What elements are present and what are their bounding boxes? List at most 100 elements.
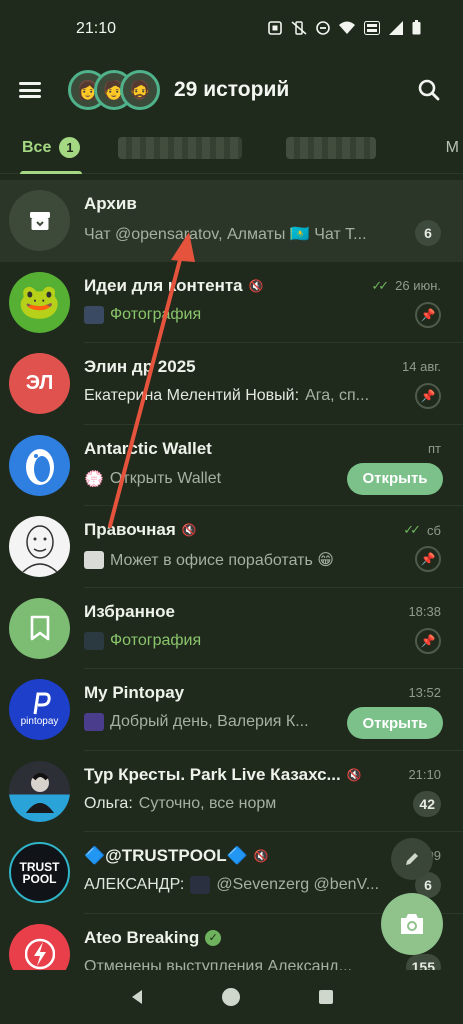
search-icon bbox=[418, 79, 440, 101]
chat-title: My Pintopay bbox=[84, 683, 185, 702]
chat-row[interactable]: Antarctic Wallet пт 💮 Открыть Wallet Откр… bbox=[0, 425, 463, 506]
story-avatar[interactable]: 🧔 bbox=[120, 70, 160, 110]
avatar bbox=[9, 434, 70, 496]
flower-icon: 💮 bbox=[84, 470, 104, 488]
double-check-icon: ✓✓ bbox=[371, 277, 389, 293]
person-photo-icon bbox=[25, 773, 54, 813]
open-button[interactable]: Открыть bbox=[347, 462, 443, 495]
chat-preview: Екатерина Мелентий Новый: Ага, сп... bbox=[84, 387, 370, 404]
double-check-icon: ✓✓ bbox=[403, 522, 421, 537]
chat-title: Идеи для контента 🔇 bbox=[84, 275, 264, 295]
avatar: pintopay bbox=[9, 679, 70, 740]
mute-icon: 🔇 bbox=[253, 849, 269, 863]
chat-row[interactable]: 🐸 Идеи для контента 🔇 ✓✓ 26 июн. Фотографи… bbox=[0, 262, 463, 343]
document-thumbnail bbox=[84, 551, 104, 569]
signal-icon bbox=[389, 20, 403, 38]
tab-all-label: Все bbox=[22, 138, 52, 156]
bookmark-icon bbox=[30, 615, 49, 641]
unread-count-badge: 6 bbox=[415, 220, 441, 246]
pin-icon: 📌 bbox=[415, 627, 441, 654]
back-icon[interactable] bbox=[128, 988, 146, 1006]
battery-icon bbox=[412, 20, 421, 38]
tab-blurred[interactable] bbox=[118, 136, 243, 159]
avatar bbox=[9, 760, 70, 822]
status-bar: 21:10 bbox=[0, 0, 463, 58]
chat-time: 14 авг. bbox=[402, 359, 441, 374]
status-icons bbox=[268, 20, 421, 38]
tab-blurred[interactable] bbox=[286, 136, 377, 159]
home-icon[interactable] bbox=[221, 987, 241, 1007]
pin-icon: 📌 bbox=[415, 383, 441, 409]
open-button[interactable]: Открыть bbox=[347, 707, 443, 739]
chat-title: Antarctic Wallet bbox=[84, 438, 212, 458]
recents-icon[interactable] bbox=[317, 988, 335, 1006]
chat-title: Правочная 🔇 bbox=[84, 520, 197, 539]
chat-time: ✓✓ 26 июн. bbox=[371, 277, 441, 294]
search-button[interactable] bbox=[411, 72, 447, 108]
chat-title: Тур Кресты. Park Live Казахс... 🔇 bbox=[84, 764, 362, 784]
top-bar: 👩 🧑 🧔 29 историй bbox=[0, 58, 463, 122]
vibrate-mute-icon bbox=[291, 20, 307, 38]
avatar: TRUST POOL bbox=[9, 842, 70, 903]
camera-button[interactable] bbox=[381, 893, 443, 955]
stories-avatars[interactable]: 👩 🧑 🧔 bbox=[68, 70, 160, 110]
pin-icon: 📌 bbox=[415, 301, 441, 328]
emoji-thumbnail bbox=[190, 876, 211, 894]
verified-icon: ✓ bbox=[205, 929, 222, 946]
pintopay-logo-icon bbox=[33, 692, 51, 715]
volte-icon bbox=[364, 20, 380, 38]
image-thumbnail bbox=[84, 713, 104, 731]
tab-all[interactable]: Все 1 bbox=[19, 122, 83, 174]
avatar: ЭЛ bbox=[9, 353, 70, 414]
chat-title: Архив bbox=[84, 194, 137, 213]
chat-row[interactable]: Правочная 🔇 ✓✓ сб Может в офисе поработать… bbox=[0, 506, 463, 588]
chat-row[interactable]: Избранное 18:38 Фотография 📌 bbox=[0, 588, 463, 669]
archive-avatar bbox=[9, 190, 70, 251]
meme-face-icon bbox=[21, 524, 58, 572]
unread-count-badge: 42 bbox=[413, 790, 441, 817]
mute-icon: 🔇 bbox=[248, 278, 264, 293]
chat-title: 🔷@TRUSTPOOL🔷 🔇 bbox=[84, 846, 269, 865]
avatar bbox=[9, 516, 70, 577]
chat-time: 21:10 bbox=[408, 766, 441, 782]
chat-row[interactable]: pintopay My Pintopay 13:52 Добрый день, … bbox=[0, 669, 463, 751]
photo-thumbnail bbox=[84, 631, 104, 650]
compose-button[interactable] bbox=[391, 838, 433, 880]
mute-icon: 🔇 bbox=[181, 523, 197, 537]
lightning-icon bbox=[24, 938, 55, 970]
chat-time: 18:38 bbox=[408, 603, 441, 619]
tab-cut-off[interactable]: М bbox=[446, 139, 459, 157]
chat-title: Ateo Breaking ✓ bbox=[84, 928, 222, 948]
photo-thumbnail bbox=[84, 305, 104, 324]
chat-row[interactable]: ЭЛ Элин др 2025 14 авг. Екатерина Мелент… bbox=[0, 343, 463, 425]
chat-preview: Фотография bbox=[84, 631, 201, 650]
avatar: 🐸 bbox=[9, 271, 70, 333]
chat-row-archive[interactable]: Архив Чат @opensaratov, Алматы 🇰🇿 Чат Т.… bbox=[0, 180, 463, 262]
chat-title: Элин др 2025 bbox=[84, 357, 196, 376]
chat-preview: Добрый день, Валерия К... bbox=[84, 713, 309, 731]
avatar-caption: pintopay bbox=[20, 716, 59, 727]
penguin-icon bbox=[25, 449, 54, 485]
chat-list: Архив Чат @opensaratov, Алматы 🇰🇿 Чат Т.… bbox=[0, 180, 463, 995]
camera-icon bbox=[401, 914, 423, 934]
mute-icon: 🔇 bbox=[346, 767, 362, 782]
chat-preview: Ольга: Суточно, все норм bbox=[84, 794, 277, 812]
chat-preview: Фотография bbox=[84, 305, 201, 324]
nfc-icon bbox=[268, 20, 282, 38]
chat-preview: Может в офисе поработать 😁 bbox=[84, 550, 334, 570]
avatar bbox=[9, 597, 70, 659]
chat-row[interactable]: Тур Кресты. Park Live Казахс... 🔇 21:10 О… bbox=[0, 751, 463, 832]
hamburger-icon bbox=[19, 82, 41, 98]
pin-icon: 📌 bbox=[415, 546, 441, 572]
chat-preview: 💮 Открыть Wallet bbox=[84, 469, 222, 488]
menu-button[interactable] bbox=[2, 62, 58, 118]
chat-time: ✓✓ сб bbox=[403, 522, 441, 538]
wifi-icon bbox=[339, 21, 355, 37]
stories-label[interactable]: 29 историй bbox=[174, 78, 289, 102]
dnd-icon bbox=[316, 20, 330, 38]
chat-time: 13:52 bbox=[408, 685, 441, 700]
archive-icon bbox=[29, 211, 50, 230]
chat-time: пт bbox=[428, 440, 441, 456]
tab-all-badge: 1 bbox=[59, 137, 81, 158]
chat-preview: АЛЕКСАНДР: @Sevenzerg @benV... bbox=[84, 876, 380, 894]
